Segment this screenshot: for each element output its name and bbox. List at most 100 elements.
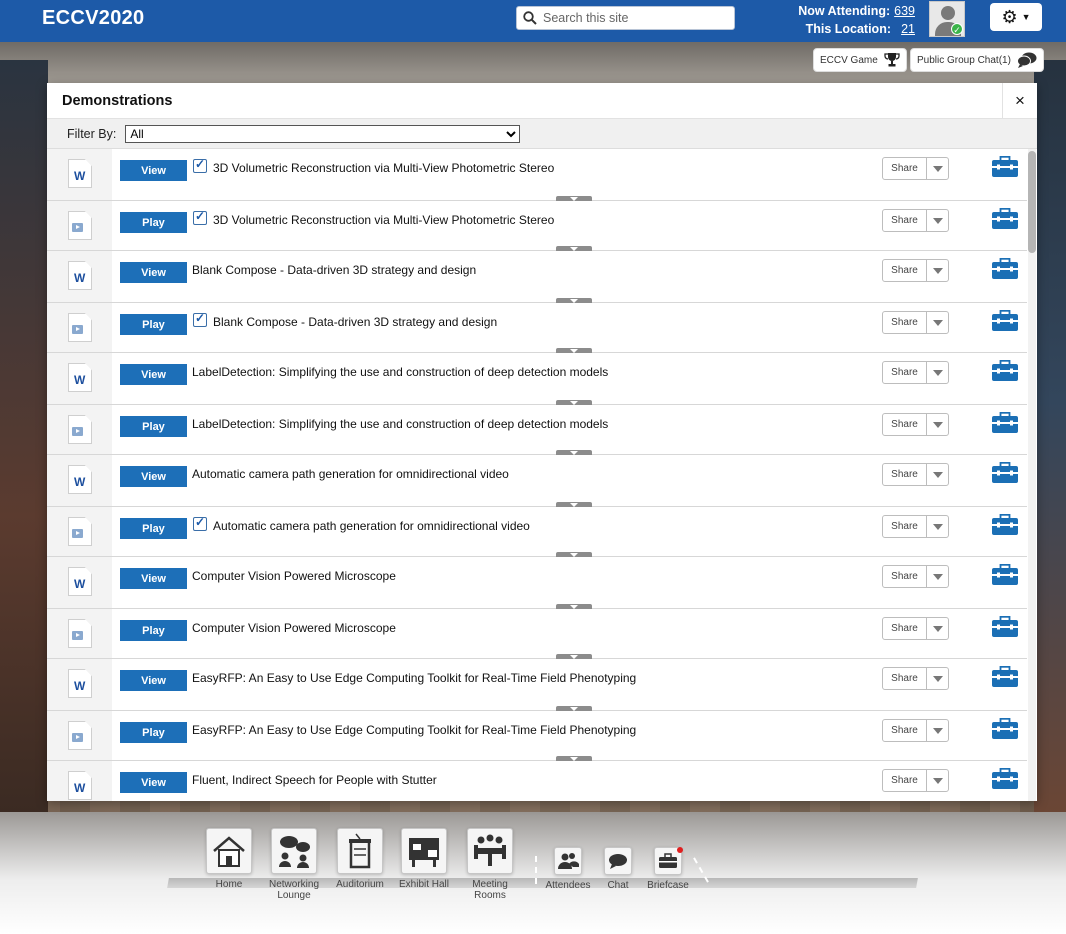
brand-logo[interactable]: ECCV2020 xyxy=(42,7,144,30)
share-dropdown-chevron-icon[interactable] xyxy=(927,720,948,741)
add-to-briefcase-icon[interactable] xyxy=(992,411,1018,433)
row-title[interactable]: EasyRFP: An Easy to Use Edge Computing T… xyxy=(192,671,636,685)
attendees-icon xyxy=(554,847,582,875)
row-icon-cell: W xyxy=(47,353,112,404)
nav-auditorium[interactable]: Auditorium xyxy=(332,828,388,890)
nav-briefcase[interactable]: Briefcase xyxy=(645,847,691,891)
view-button[interactable]: View xyxy=(120,568,187,589)
settings-menu-button[interactable]: ⚙ ▼ xyxy=(990,3,1042,31)
list-item: W View Automatic camera path generation fo… xyxy=(47,455,1027,508)
user-avatar[interactable]: ✓ xyxy=(929,1,965,37)
search-box[interactable] xyxy=(516,6,735,30)
share-button[interactable]: Share xyxy=(882,667,949,690)
play-button[interactable]: Play xyxy=(120,620,187,641)
row-title[interactable]: Automatic camera path generation for omn… xyxy=(192,467,509,481)
share-dropdown-chevron-icon[interactable] xyxy=(927,618,948,639)
share-dropdown-chevron-icon[interactable] xyxy=(927,210,948,231)
nav-exhibit-hall[interactable]: Exhibit Hall xyxy=(396,828,452,890)
add-to-briefcase-icon[interactable] xyxy=(992,513,1018,535)
share-button[interactable]: Share xyxy=(882,157,949,180)
add-to-briefcase-icon[interactable] xyxy=(992,257,1018,279)
trophy-icon xyxy=(884,53,900,67)
view-button[interactable]: View xyxy=(120,772,187,793)
visited-checkbox[interactable] xyxy=(193,157,207,173)
share-button[interactable]: Share xyxy=(882,463,949,486)
view-button[interactable]: View xyxy=(120,160,187,181)
add-to-briefcase-icon[interactable] xyxy=(992,309,1018,331)
public-group-chat-button[interactable]: Public Group Chat(1) xyxy=(910,48,1044,72)
share-button[interactable]: Share xyxy=(882,769,949,792)
share-button[interactable]: Share xyxy=(882,617,949,640)
add-to-briefcase-icon[interactable] xyxy=(992,615,1018,637)
view-button[interactable]: View xyxy=(120,262,187,283)
nav-home[interactable]: Home xyxy=(206,828,252,890)
play-button[interactable]: Play xyxy=(120,314,187,335)
add-to-briefcase-icon[interactable] xyxy=(992,665,1018,687)
filter-select[interactable]: All xyxy=(125,124,521,143)
share-button[interactable]: Share xyxy=(882,311,949,334)
add-to-briefcase-icon[interactable] xyxy=(992,207,1018,229)
list-item: Play 3D Volumetric Reconstruction via Mul… xyxy=(47,201,1027,252)
play-button[interactable]: Play xyxy=(120,212,187,233)
row-title[interactable]: Automatic camera path generation for omn… xyxy=(213,519,530,533)
word-document-icon: W xyxy=(68,567,92,596)
add-to-briefcase-icon[interactable] xyxy=(992,563,1018,585)
play-button[interactable]: Play xyxy=(120,416,187,437)
notification-dot xyxy=(677,847,683,853)
share-dropdown-chevron-icon[interactable] xyxy=(927,260,948,281)
now-attending-count[interactable]: 639 xyxy=(894,2,915,20)
add-to-briefcase-icon[interactable] xyxy=(992,155,1018,177)
nav-networking-lounge[interactable]: Networking Lounge xyxy=(264,828,324,901)
row-title[interactable]: Blank Compose - Data-driven 3D strategy … xyxy=(213,315,497,329)
eccv-game-button[interactable]: ECCV Game xyxy=(813,48,907,72)
visited-checkbox[interactable] xyxy=(193,311,207,327)
row-title[interactable]: Computer Vision Powered Microscope xyxy=(192,621,396,635)
share-dropdown-chevron-icon[interactable] xyxy=(927,414,948,435)
row-title[interactable]: Computer Vision Powered Microscope xyxy=(192,569,396,583)
add-to-briefcase-icon[interactable] xyxy=(992,461,1018,483)
row-title[interactable]: Fluent, Indirect Speech for People with … xyxy=(192,773,437,787)
share-button[interactable]: Share xyxy=(882,361,949,384)
row-icon-cell: W xyxy=(47,761,112,801)
share-button[interactable]: Share xyxy=(882,565,949,588)
nav-meeting-rooms[interactable]: Meeting Rooms xyxy=(462,828,518,901)
share-button[interactable]: Share xyxy=(882,413,949,436)
row-title[interactable]: LabelDetection: Simplifying the use and … xyxy=(192,365,608,379)
this-location-count[interactable]: 21 xyxy=(895,20,915,38)
play-button[interactable]: Play xyxy=(120,518,187,539)
share-dropdown-chevron-icon[interactable] xyxy=(927,312,948,333)
share-button[interactable]: Share xyxy=(882,515,949,538)
view-button[interactable]: View xyxy=(120,670,187,691)
share-dropdown-chevron-icon[interactable] xyxy=(927,566,948,587)
row-title[interactable]: LabelDetection: Simplifying the use and … xyxy=(192,417,608,431)
search-input[interactable] xyxy=(543,11,723,25)
visited-checkbox[interactable] xyxy=(193,515,207,531)
row-title[interactable]: 3D Volumetric Reconstruction via Multi-V… xyxy=(213,213,554,227)
view-button[interactable]: View xyxy=(120,466,187,487)
row-title[interactable]: 3D Volumetric Reconstruction via Multi-V… xyxy=(213,161,554,175)
share-button[interactable]: Share xyxy=(882,719,949,742)
share-dropdown-chevron-icon[interactable] xyxy=(927,158,948,179)
scrollbar-thumb[interactable] xyxy=(1028,151,1036,253)
row-title[interactable]: EasyRFP: An Easy to Use Edge Computing T… xyxy=(192,723,636,737)
share-button[interactable]: Share xyxy=(882,209,949,232)
list-scrollbar[interactable] xyxy=(1028,149,1036,801)
share-button[interactable]: Share xyxy=(882,259,949,282)
add-to-briefcase-icon[interactable] xyxy=(992,717,1018,739)
word-document-icon: W xyxy=(68,363,92,392)
nav-chat[interactable]: Chat xyxy=(600,847,636,891)
add-to-briefcase-icon[interactable] xyxy=(992,767,1018,789)
share-dropdown-chevron-icon[interactable] xyxy=(927,464,948,485)
share-dropdown-chevron-icon[interactable] xyxy=(927,668,948,689)
play-button[interactable]: Play xyxy=(120,722,187,743)
nav-attendees[interactable]: Attendees xyxy=(545,847,591,891)
visited-checkbox[interactable] xyxy=(193,209,207,225)
share-dropdown-chevron-icon[interactable] xyxy=(927,362,948,383)
add-to-briefcase-icon[interactable] xyxy=(992,359,1018,381)
close-button[interactable]: × xyxy=(1002,83,1037,119)
view-button[interactable]: View xyxy=(120,364,187,385)
share-dropdown-chevron-icon[interactable] xyxy=(927,770,948,791)
share-dropdown-chevron-icon[interactable] xyxy=(927,516,948,537)
row-title[interactable]: Blank Compose - Data-driven 3D strategy … xyxy=(192,263,476,277)
chevron-down-icon: ▼ xyxy=(1021,12,1031,22)
